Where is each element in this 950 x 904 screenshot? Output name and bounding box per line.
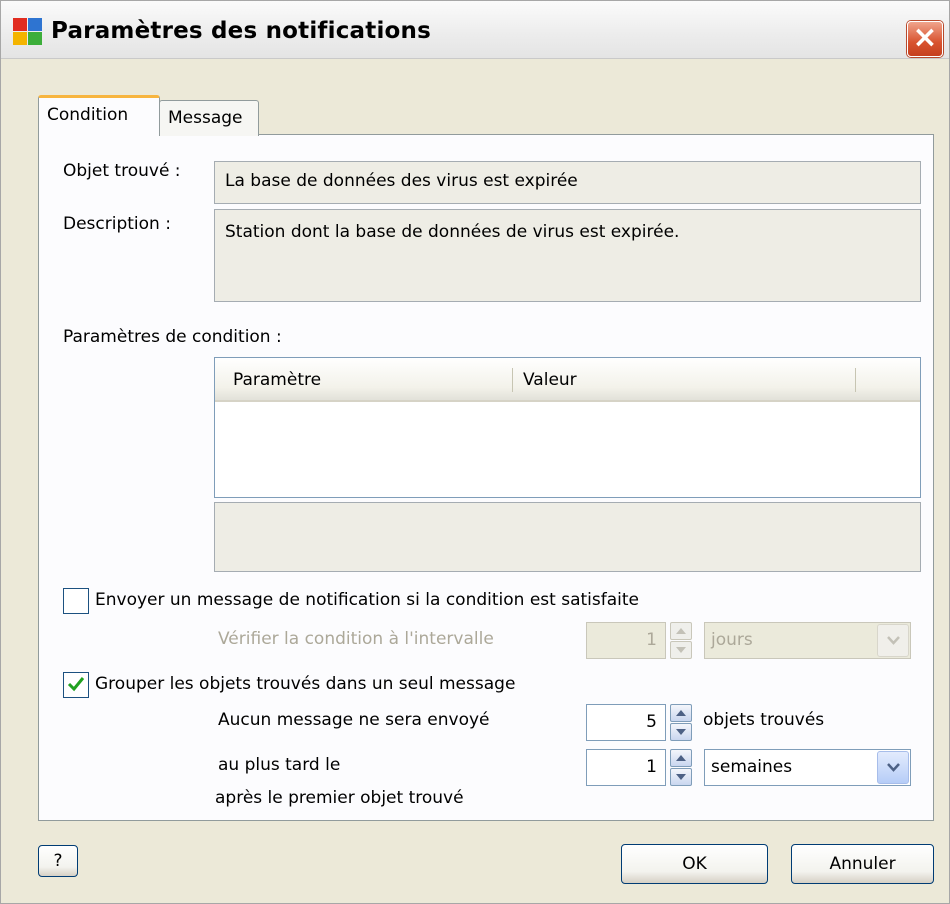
app-logo-icon: [13, 18, 43, 46]
spin-down-button[interactable]: [670, 641, 692, 659]
objects-count-input[interactable]: 5: [586, 704, 666, 741]
description-field[interactable]: Station dont la base de données de virus…: [214, 209, 921, 302]
cancel-button-label: Annuler: [829, 854, 896, 874]
column-separator[interactable]: [512, 368, 513, 392]
arrow-up-icon: [676, 755, 686, 761]
spin-up-button[interactable]: [670, 704, 692, 722]
objects-suffix-label: objets trouvés: [703, 710, 825, 730]
condition-params-label: Paramètres de condition :: [63, 327, 282, 347]
table-header: Paramètre Valeur: [215, 358, 920, 402]
tab-message-label: Message: [168, 108, 243, 128]
check-interval-unit-value: jours: [711, 630, 753, 650]
title-bar[interactable]: Paramètres des notifications ×: [1, 1, 949, 59]
send-notification-checkbox[interactable]: [63, 588, 89, 614]
after-first-object-label: après le premier objet trouvé: [215, 788, 464, 808]
found-object-field[interactable]: La base de données des virus est expirée: [214, 161, 921, 204]
latest-value-input[interactable]: 1: [586, 749, 666, 786]
check-interval-input[interactable]: 1: [586, 622, 666, 659]
cancel-button[interactable]: Annuler: [791, 844, 934, 884]
window-title: Paramètres des notifications: [51, 18, 432, 44]
tab-message[interactable]: Message: [159, 100, 259, 136]
column-header-value[interactable]: Valeur: [523, 358, 577, 400]
check-interval-label: Vérifier la condition à l'intervalle: [218, 629, 494, 649]
tab-condition-label: Condition: [47, 105, 129, 125]
no-message-label: Aucun message ne sera envoyé: [218, 710, 490, 730]
arrow-down-icon: [676, 647, 686, 653]
arrow-up-icon: [676, 710, 686, 716]
spin-up-button[interactable]: [670, 749, 692, 767]
arrow-up-icon: [676, 628, 686, 634]
found-object-label: Objet trouvé :: [63, 161, 181, 181]
chevron-down-icon: [887, 636, 900, 645]
column-separator[interactable]: [855, 368, 856, 392]
spin-down-button[interactable]: [670, 723, 692, 741]
help-button[interactable]: ?: [38, 845, 78, 877]
help-icon: ?: [53, 851, 63, 871]
group-objects-label[interactable]: Grouper les objets trouvés dans un seul …: [95, 674, 515, 694]
latest-label: au plus tard le: [218, 755, 341, 775]
latest-value-stepper[interactable]: [670, 749, 692, 786]
dropdown-button[interactable]: [877, 624, 909, 657]
send-notification-label[interactable]: Envoyer un message de notification si la…: [95, 590, 639, 610]
condition-params-table[interactable]: Paramètre Valeur: [214, 357, 921, 498]
arrow-down-icon: [676, 774, 686, 780]
objects-count-stepper[interactable]: [670, 704, 692, 741]
check-interval-stepper[interactable]: [670, 622, 692, 659]
latest-unit-value: semaines: [711, 757, 793, 777]
checkmark-icon: [67, 677, 85, 692]
close-button[interactable]: ×: [907, 21, 943, 57]
group-objects-checkbox[interactable]: [63, 672, 89, 698]
latest-unit-select[interactable]: semaines: [704, 749, 911, 786]
spin-down-button[interactable]: [670, 768, 692, 786]
description-label: Description :: [63, 214, 171, 234]
check-interval-unit-select[interactable]: jours: [704, 622, 911, 659]
param-detail-field[interactable]: [214, 502, 921, 572]
arrow-down-icon: [676, 729, 686, 735]
column-header-parameter[interactable]: Paramètre: [233, 358, 321, 400]
ok-button-label: OK: [682, 854, 707, 874]
dropdown-button[interactable]: [877, 751, 909, 784]
tab-condition[interactable]: Condition: [38, 95, 160, 136]
close-icon: ×: [912, 20, 938, 55]
ok-button[interactable]: OK: [621, 844, 768, 884]
chevron-down-icon: [887, 763, 900, 772]
spin-up-button[interactable]: [670, 622, 692, 640]
notification-settings-dialog: Paramètres des notifications × Condition…: [0, 0, 950, 904]
